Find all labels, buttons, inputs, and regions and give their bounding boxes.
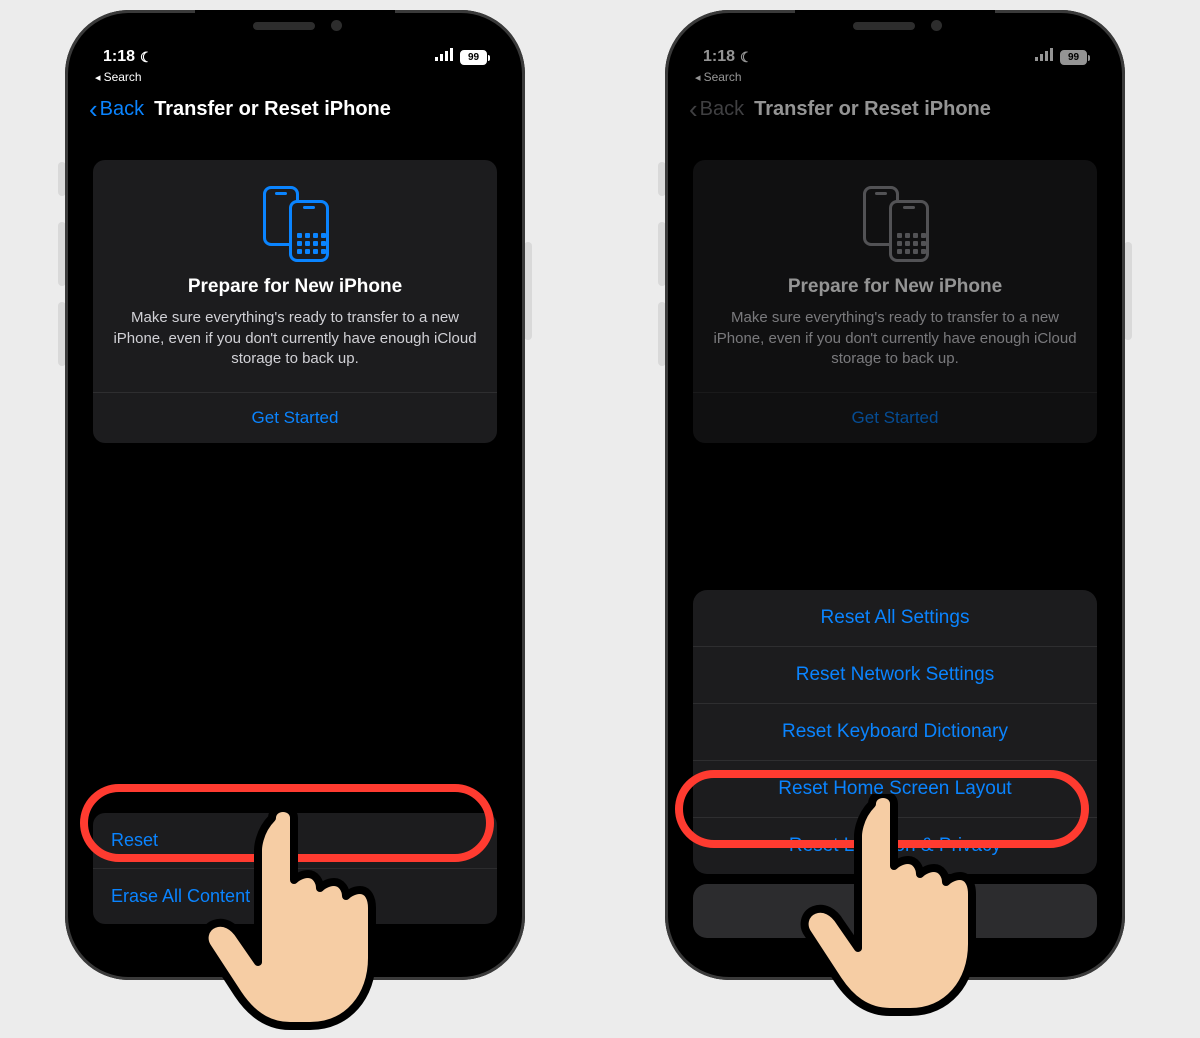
transfer-iphones-icon: [855, 186, 935, 260]
phone-left: 1:18 ☾ 99 Search ‹ Back Transfer or Rese…: [65, 10, 525, 980]
content: Prepare for New iPhone Make sure everyth…: [79, 136, 511, 966]
prepare-card: Prepare for New iPhone Make sure everyth…: [93, 160, 497, 443]
breadcrumb-back[interactable]: Search: [79, 68, 511, 90]
page-title: Transfer or Reset iPhone: [154, 98, 391, 121]
page-title: Transfer or Reset iPhone: [754, 98, 991, 121]
chevron-left-icon: ‹: [89, 96, 98, 122]
signal-icon: [1035, 48, 1055, 66]
get-started-button: Get Started: [693, 393, 1097, 443]
battery-icon: 99: [460, 50, 487, 65]
sheet-item-reset-location-privacy[interactable]: Reset Location & Privacy: [693, 817, 1097, 874]
reset-action-sheet: Reset All Settings Reset Network Setting…: [693, 590, 1097, 938]
status-time: 1:18: [703, 48, 735, 66]
nav-bar: ‹ Back Transfer or Reset iPhone: [679, 90, 1111, 136]
card-description: Make sure everything's ready to transfer…: [713, 308, 1077, 370]
back-button[interactable]: ‹ Back: [89, 96, 144, 122]
prepare-card: Prepare for New iPhone Make sure everyth…: [693, 160, 1097, 443]
back-label: Back: [100, 98, 144, 121]
notch: [195, 10, 395, 42]
card-title: Prepare for New iPhone: [113, 276, 477, 298]
nav-bar: ‹ Back Transfer or Reset iPhone: [79, 90, 511, 136]
sheet-item-reset-all-settings[interactable]: Reset All Settings: [693, 590, 1097, 646]
reset-list: Reset Erase All Content and Settings: [93, 813, 497, 924]
card-description: Make sure everything's ready to transfer…: [113, 308, 477, 370]
back-button: ‹ Back: [689, 96, 744, 122]
screen: 1:18 ☾ 99 Search ‹ Back Transfer or Rese…: [679, 24, 1111, 966]
sheet-item-reset-keyboard-dictionary[interactable]: Reset Keyboard Dictionary: [693, 703, 1097, 760]
back-label: Back: [700, 98, 744, 121]
get-started-button[interactable]: Get Started: [93, 393, 497, 443]
sheet-group: Reset All Settings Reset Network Setting…: [693, 590, 1097, 874]
notch: [795, 10, 995, 42]
home-indicator[interactable]: [220, 953, 370, 958]
erase-all-row[interactable]: Erase All Content and Settings: [93, 868, 497, 924]
reset-row[interactable]: Reset: [93, 813, 497, 868]
breadcrumb-back[interactable]: Search: [679, 68, 1111, 90]
do-not-disturb-icon: ☾: [140, 49, 153, 66]
sheet-item-reset-network-settings[interactable]: Reset Network Settings: [693, 646, 1097, 703]
phone-right: 1:18 ☾ 99 Search ‹ Back Transfer or Rese…: [665, 10, 1125, 980]
screen: 1:18 ☾ 99 Search ‹ Back Transfer or Rese…: [79, 24, 511, 966]
transfer-iphones-icon: [255, 186, 335, 260]
chevron-left-icon: ‹: [689, 96, 698, 122]
status-time: 1:18: [103, 48, 135, 66]
signal-icon: [435, 48, 455, 66]
power-button[interactable]: [524, 242, 532, 340]
battery-icon: 99: [1060, 50, 1087, 65]
do-not-disturb-icon: ☾: [740, 49, 753, 66]
sheet-item-reset-home-screen-layout[interactable]: Reset Home Screen Layout: [693, 760, 1097, 817]
home-indicator[interactable]: [820, 953, 970, 958]
card-title: Prepare for New iPhone: [713, 276, 1077, 298]
power-button[interactable]: [1124, 242, 1132, 340]
sheet-cancel-button[interactable]: [693, 884, 1097, 938]
